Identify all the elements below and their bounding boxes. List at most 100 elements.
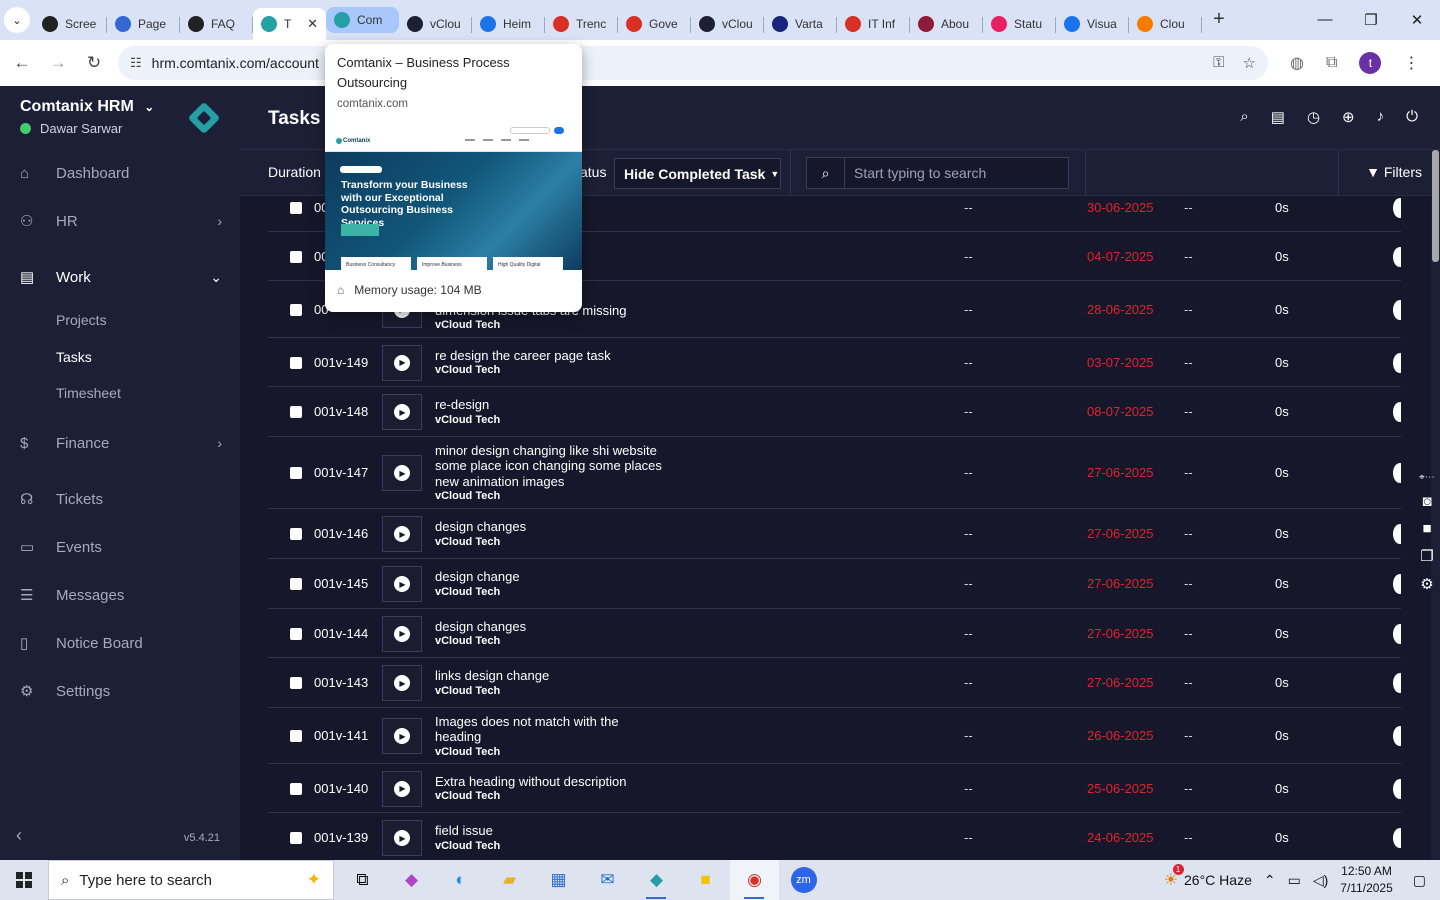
- sidebar-subitem-timesheet[interactable]: Timesheet: [56, 385, 121, 401]
- taskbar-search[interactable]: ⌕ Type here to search ✦: [48, 860, 334, 900]
- task-row[interactable]: 001v-144 ▶ design changes vCloud Tech -- 27-0…: [268, 609, 1401, 658]
- mail-icon[interactable]: ✉: [583, 860, 632, 900]
- browser-tab[interactable]: Page: [107, 8, 180, 40]
- task-name[interactable]: design changes: [435, 619, 665, 635]
- zoom-icon[interactable]: zm: [779, 860, 828, 900]
- sidebar-item-hr[interactable]: ⚇ HR ›: [0, 199, 240, 243]
- task-row[interactable]: 001v-147 ▶ minor design changing like shi …: [268, 437, 1401, 509]
- task-actions-button[interactable]: [1393, 246, 1401, 267]
- task-search-input[interactable]: [845, 165, 1065, 181]
- gear-icon[interactable]: ⚙: [1420, 575, 1433, 593]
- task-name[interactable]: design change: [435, 569, 665, 585]
- back-button[interactable]: ←: [4, 53, 40, 73]
- task-row[interactable]: 001v-148 ▶ re-design vCloud Tech -- 08-07-202…: [268, 387, 1401, 437]
- volume-icon[interactable]: ◁): [1313, 872, 1328, 889]
- task-actions-button[interactable]: [1393, 828, 1401, 848]
- task-actions-button[interactable]: [1393, 402, 1401, 422]
- sidebar-item-tickets[interactable]: ☊ Tickets: [0, 477, 240, 521]
- task-name[interactable]: field issue: [435, 823, 665, 839]
- camera-icon[interactable]: ◙: [1422, 493, 1431, 510]
- start-timer-button[interactable]: ▶: [382, 566, 422, 602]
- close-window-button[interactable]: ✕: [1394, 11, 1440, 29]
- sidebar-item-events[interactable]: ▭ Events: [0, 525, 240, 569]
- sticky-note-icon[interactable]: ▤: [1271, 108, 1285, 126]
- taskbar-clock[interactable]: 12:50 AM 7/11/2025: [1340, 863, 1393, 897]
- browser-tab[interactable]: Varta: [764, 8, 837, 40]
- sidebar-item-dashboard[interactable]: ⌂ Dashboard: [0, 151, 240, 195]
- task-checkbox[interactable]: [290, 201, 302, 214]
- browser-tab[interactable]: FAQ: [180, 8, 253, 40]
- bell-icon[interactable]: ♪: [1377, 108, 1385, 126]
- task-row[interactable]: 001v-141 ▶ Images does not match with the …: [268, 708, 1401, 764]
- duration-filter-label[interactable]: Duration: [268, 164, 321, 180]
- task-checkbox[interactable]: [290, 467, 302, 479]
- task-name[interactable]: design changes: [435, 519, 665, 535]
- chrome-icon[interactable]: ◉: [730, 860, 779, 900]
- task-actions-button[interactable]: [1393, 778, 1401, 799]
- search-icon[interactable]: ⌕: [1240, 108, 1248, 126]
- status-select[interactable]: Hide Completed Task ▼: [614, 158, 781, 189]
- task-name[interactable]: Images does not match with the heading: [435, 714, 665, 745]
- task-row[interactable]: 001v-145 ▶ design change vCloud Tech -- 27-06…: [268, 559, 1401, 609]
- sidebar-item-notice-board[interactable]: ▯ Notice Board: [0, 621, 240, 665]
- task-name-cell[interactable]: re-design vCloud Tech: [435, 397, 665, 427]
- sidebar-subitem-tasks[interactable]: Tasks: [56, 349, 92, 365]
- task-actions-button[interactable]: [1393, 524, 1401, 544]
- task-checkbox[interactable]: [290, 356, 302, 369]
- task-actions-button[interactable]: [1393, 197, 1401, 218]
- forward-button[interactable]: →: [40, 53, 76, 73]
- browser-tab[interactable]: Gove: [618, 8, 691, 40]
- address-bar[interactable]: ☷ hrm.comtanix.com/account ⚿ ☆: [118, 46, 1268, 80]
- pin-icon[interactable]: ⌖⋯: [1419, 472, 1435, 483]
- close-tab-icon[interactable]: ✕: [307, 16, 318, 32]
- browser-tab[interactable]: Trenc: [545, 8, 618, 40]
- notification-icon[interactable]: ▢: [1413, 872, 1426, 889]
- browser-tab[interactable]: Scree: [34, 8, 107, 40]
- workspace-switcher[interactable]: Comtanix HRM ⌄: [20, 98, 154, 116]
- start-timer-button[interactable]: ▶: [382, 455, 422, 491]
- task-view-icon[interactable]: ⧉: [338, 860, 387, 900]
- task-actions-button[interactable]: [1393, 623, 1401, 644]
- weather-widget[interactable]: ☀ 1 26°C Haze: [1164, 864, 1252, 890]
- browser-tab[interactable]: vClou: [691, 8, 764, 40]
- task-actions-button[interactable]: [1393, 352, 1401, 373]
- task-name-cell[interactable]: re design the career page task vCloud Tec…: [435, 348, 665, 378]
- task-actions-button[interactable]: [1393, 726, 1401, 746]
- task-checkbox[interactable]: [290, 406, 302, 418]
- task-checkbox[interactable]: [290, 250, 302, 263]
- copilot-icon[interactable]: ◆: [387, 860, 436, 900]
- task-row[interactable]: 001v-146 ▶ design changes vCloud Tech -- 27-0…: [268, 509, 1401, 559]
- task-row[interactable]: 001v-143 ▶ links design change vCloud Tech -…: [268, 658, 1401, 708]
- power-icon[interactable]: ⏻: [1406, 108, 1418, 126]
- new-tab-button[interactable]: +: [1202, 8, 1236, 31]
- task-actions-button[interactable]: [1393, 673, 1401, 693]
- task-checkbox[interactable]: [290, 782, 302, 795]
- sidebar-item-settings[interactable]: ⚙ Settings: [0, 669, 240, 713]
- browser-tab[interactable]: Statu: [983, 8, 1056, 40]
- task-checkbox[interactable]: [290, 578, 302, 590]
- start-timer-button[interactable]: ▶: [382, 394, 422, 430]
- filters-button[interactable]: ▼ Filters: [1366, 164, 1422, 180]
- edge-icon[interactable]: ◐: [436, 860, 485, 900]
- password-key-icon[interactable]: ⚿: [1213, 54, 1224, 72]
- globe-icon[interactable]: ◍: [1290, 53, 1304, 73]
- start-timer-button[interactable]: ▶: [382, 615, 422, 652]
- browser-tab[interactable]: Visua: [1056, 8, 1129, 40]
- start-button[interactable]: [0, 860, 48, 900]
- task-checkbox[interactable]: [290, 627, 302, 640]
- browser-tab[interactable]: Com: [326, 7, 399, 33]
- chevron-up-icon[interactable]: ⌃: [1264, 872, 1276, 889]
- task-checkbox[interactable]: [290, 730, 302, 742]
- start-timer-button[interactable]: ▶: [382, 820, 422, 856]
- start-timer-button[interactable]: ▶: [382, 718, 422, 754]
- browser-tab[interactable]: vClou: [399, 8, 472, 40]
- comtanix-app-icon[interactable]: ◆: [632, 860, 681, 900]
- profile-avatar[interactable]: t: [1359, 52, 1382, 74]
- sidebar-item-messages[interactable]: ☰ Messages: [0, 573, 240, 617]
- reload-button[interactable]: ↻: [76, 53, 112, 73]
- task-row[interactable]: 001v-140 ▶ Extra heading without descripti…: [268, 764, 1401, 813]
- task-row[interactable]: 001v-139 ▶ field issue vCloud Tech -- 24-06-2…: [268, 813, 1401, 860]
- start-timer-button[interactable]: ▶: [382, 516, 422, 552]
- copy-icon[interactable]: ❐: [1420, 547, 1433, 565]
- task-actions-button[interactable]: [1393, 463, 1401, 483]
